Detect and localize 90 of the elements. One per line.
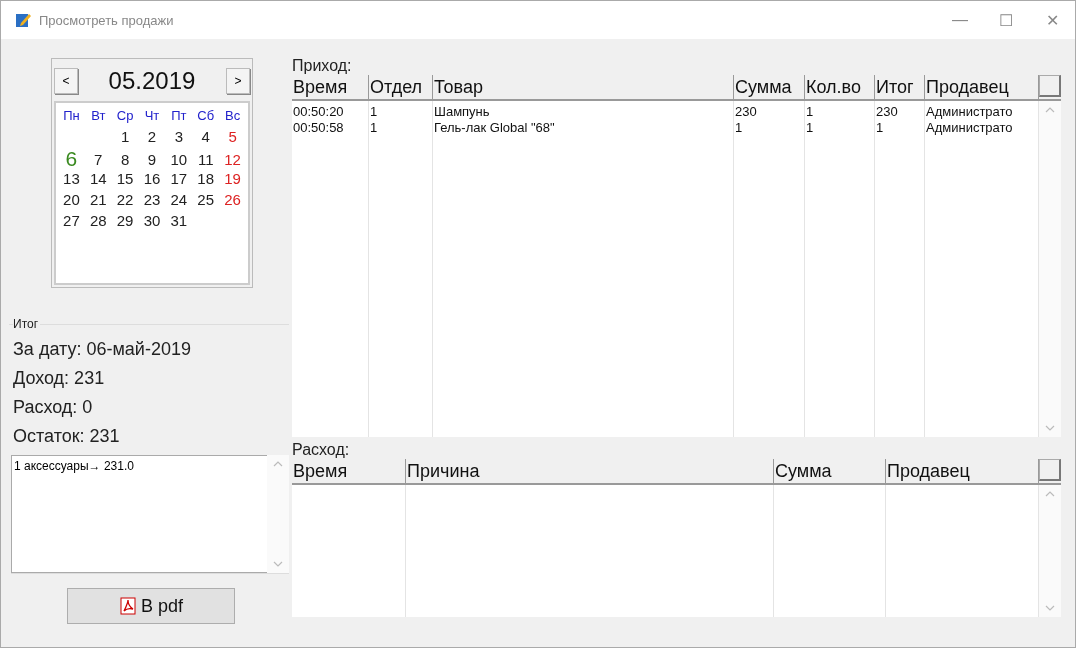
calendar-day[interactable]: 5 [219,128,246,145]
window-title: Просмотреть продажи [39,12,175,28]
calendar-day[interactable]: 13 [58,170,85,187]
calendar-day[interactable]: 27 [58,212,85,229]
calendar-day[interactable]: 8 [111,150,139,168]
weekday-label: Чт [143,108,161,123]
calendar-day[interactable]: 9 [138,150,166,168]
calendar-day[interactable]: 12 [219,150,246,168]
scroll-up-icon[interactable] [273,461,283,467]
table-cell-text: Гель-лак Global "68" [433,120,556,136]
group-title: Итог [13,317,41,331]
close-button[interactable]: ✕ [1029,10,1075,30]
summary-line: Остаток: 231 [12,425,121,448]
column-header[interactable]: Отдел [369,75,433,99]
weekday-label: Сб [196,108,216,123]
calendar-day[interactable]: 11 [192,150,220,168]
calendar-day[interactable]: 6 [58,147,85,171]
weekday-label: Вт [90,108,107,123]
calendar-day[interactable]: 15 [111,170,139,187]
summary-line: Расход: 0 [12,396,94,419]
weekday-label: Вс [224,108,242,123]
scroll-down-icon[interactable] [1045,605,1055,611]
summary-line: Доход: 231 [12,367,106,390]
calendar-day[interactable]: 30 [138,212,166,229]
scroll-down-icon[interactable] [1045,425,1055,431]
table-cell-text: 1 [875,120,885,136]
table-cell-text: 1 [734,120,744,136]
export-pdf-button[interactable]: В pdf [67,588,235,624]
table-cell-text: 00:50:58 [292,120,345,136]
table-cell-text: 00:50:20 [292,104,345,120]
column-chooser-button[interactable] [1039,459,1061,481]
table-cell-text: 1 [369,104,379,120]
calendar-day[interactable]: 16 [138,170,166,187]
category-list[interactable]: 1 аксессуары→ 231.0 [11,455,267,573]
column-header[interactable]: Сумма [734,75,805,99]
next-month-button[interactable]: > [226,68,250,94]
scrollbar[interactable] [1039,485,1061,617]
calendar-day[interactable]: 7 [84,150,112,168]
calendar-day[interactable]: 22 [111,191,139,208]
table-cell-text: 230 [734,104,758,120]
previous-month-button[interactable]: < [54,68,78,94]
column-header[interactable]: Время [292,75,369,99]
column-chooser-button[interactable] [1039,75,1061,97]
column-header[interactable]: Итог [875,75,925,99]
calendar-day[interactable]: 21 [84,191,112,208]
weekday-label: Пн [62,108,81,123]
scroll-up-icon[interactable] [1045,107,1055,113]
calendar-day[interactable]: 24 [165,191,193,208]
calendar-day[interactable]: 14 [84,170,112,187]
calendar-day[interactable]: 26 [219,191,246,208]
summary-line: За дату: 06-май-2019 [12,338,192,361]
calendar-day[interactable]: 2 [138,128,166,145]
notepad-pencil-icon [15,12,31,28]
table-cell-text: Администрато [925,120,1014,136]
minimize-button[interactable]: — [937,11,983,29]
calendar-day[interactable]: 4 [192,128,220,145]
calendar-day[interactable]: 10 [165,150,193,168]
table-cell-text: 1 [805,104,815,120]
calendar-day[interactable]: 1 [111,128,139,145]
calendar-day[interactable]: 31 [165,212,193,229]
section-title: Расход: [292,440,351,459]
weekday-label: Ср [115,108,135,123]
calendar-day[interactable]: 28 [84,212,112,229]
column-header[interactable]: Причина [406,459,774,483]
column-header[interactable]: Сумма [774,459,886,483]
column-header[interactable]: Кол.во [805,75,875,99]
calendar-day[interactable]: 17 [165,170,193,187]
table-cell-text: 230 [875,104,899,120]
scroll-up-icon[interactable] [1045,491,1055,497]
table-cell-text: 1 [805,120,815,136]
table-cell-text: 1 [369,120,379,136]
column-header[interactable]: Время [292,459,406,483]
scroll-down-icon[interactable] [273,561,283,567]
column-header[interactable]: Товар [433,75,734,99]
calendar-day[interactable]: 29 [111,212,139,229]
weekday-label: Пт [170,108,188,123]
calendar-day[interactable]: 18 [192,170,220,187]
maximize-button[interactable]: ☐ [983,10,1029,30]
calendar-day[interactable]: 25 [192,191,220,208]
month-label: 05.2019 [108,67,196,95]
calendar-day[interactable]: 23 [138,191,166,208]
pdf-icon [119,597,137,615]
scrollbar[interactable] [267,455,289,573]
table-cell-text: Шампунь [433,104,491,120]
table-cell-text: Администрато [925,104,1014,120]
section-title: Приход: [292,56,353,75]
calendar-day[interactable]: 19 [219,170,246,187]
scrollbar[interactable] [1039,101,1061,437]
calendar-day[interactable]: 20 [58,191,85,208]
calendar-day[interactable]: 3 [165,128,193,145]
